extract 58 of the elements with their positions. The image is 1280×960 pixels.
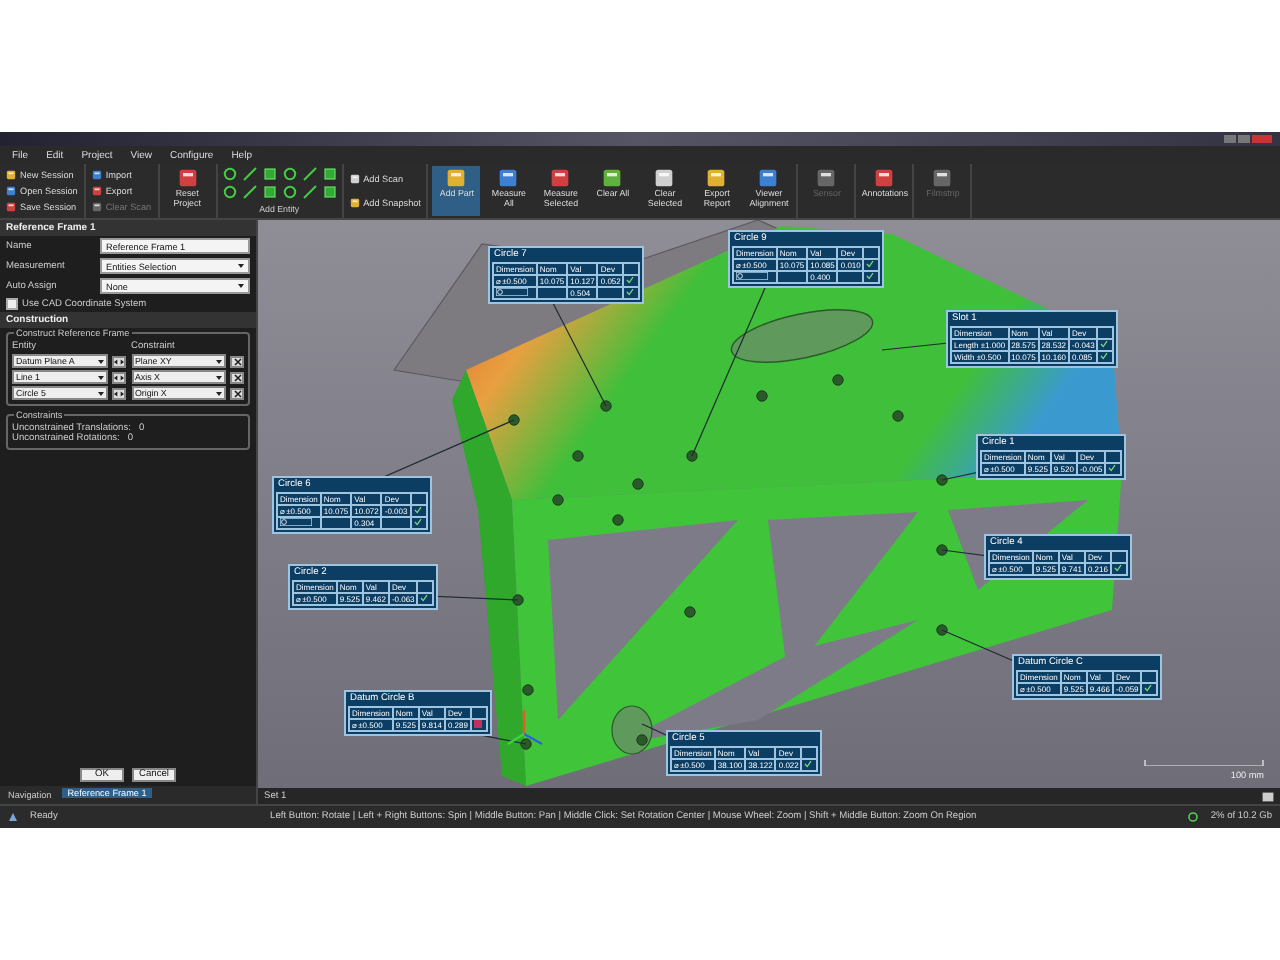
- remove-button[interactable]: [230, 371, 244, 383]
- close-icon: [233, 389, 241, 397]
- shape-icon[interactable]: [321, 166, 338, 182]
- tile-icon: [6, 185, 16, 196]
- tile-icon: [706, 168, 727, 188]
- memory-icon: [1188, 812, 1199, 822]
- tile-icon: [446, 168, 467, 188]
- shape-icon[interactable]: [241, 184, 258, 200]
- tile-icon: [498, 168, 519, 188]
- tile-icon: [91, 202, 102, 213]
- tile-icon: [6, 169, 16, 180]
- tile-icon: [91, 185, 102, 196]
- tile-icon: [874, 168, 895, 188]
- shape-icon[interactable]: [301, 166, 318, 182]
- remove-button[interactable]: [230, 355, 244, 367]
- remove-button[interactable]: [230, 387, 244, 399]
- swap-button[interactable]: [111, 355, 125, 367]
- arrows-icon: [113, 389, 123, 397]
- shape-icon[interactable]: [281, 166, 298, 182]
- tile-icon: [91, 169, 102, 180]
- shape-icon[interactable]: [301, 184, 318, 200]
- scale-bar: [1144, 760, 1264, 766]
- caret-icon: [216, 359, 222, 363]
- tile-icon: [758, 168, 779, 188]
- tile-icon: [602, 168, 623, 188]
- tile-icon: [349, 198, 360, 209]
- caret-icon: [238, 264, 244, 268]
- shape-icon[interactable]: [221, 166, 238, 182]
- close-icon: [233, 373, 241, 381]
- checkbox[interactable]: [6, 298, 18, 310]
- caret-icon: [216, 391, 222, 395]
- axis-triad-icon: [507, 710, 543, 746]
- shape-icon[interactable]: [281, 184, 298, 200]
- caret-icon: [238, 284, 244, 288]
- caret-icon: [97, 359, 103, 363]
- caret-icon: [97, 391, 103, 395]
- shape-icon[interactable]: [261, 184, 278, 200]
- shape-icon[interactable]: [321, 184, 338, 200]
- swap-button[interactable]: [111, 371, 125, 383]
- swap-button[interactable]: [111, 387, 125, 399]
- arrows-icon: [113, 357, 123, 365]
- arrows-icon: [113, 373, 123, 381]
- shape-icon[interactable]: [261, 166, 278, 182]
- tile-icon: [550, 168, 571, 188]
- shape-icon[interactable]: [241, 166, 258, 182]
- window-controls-icon[interactable]: [1224, 134, 1272, 144]
- tile-icon: [6, 202, 16, 213]
- tile-icon: [177, 168, 198, 188]
- caret-icon: [216, 375, 222, 379]
- tile-icon: [932, 168, 953, 188]
- caret-icon: [97, 375, 103, 379]
- shape-icon[interactable]: [221, 184, 238, 200]
- tile-icon: [816, 168, 837, 188]
- tile-icon: [349, 173, 360, 184]
- close-icon: [233, 357, 241, 365]
- tile-icon: [654, 168, 675, 188]
- panel-icon[interactable]: [1262, 791, 1274, 801]
- status-icon: [8, 812, 18, 822]
